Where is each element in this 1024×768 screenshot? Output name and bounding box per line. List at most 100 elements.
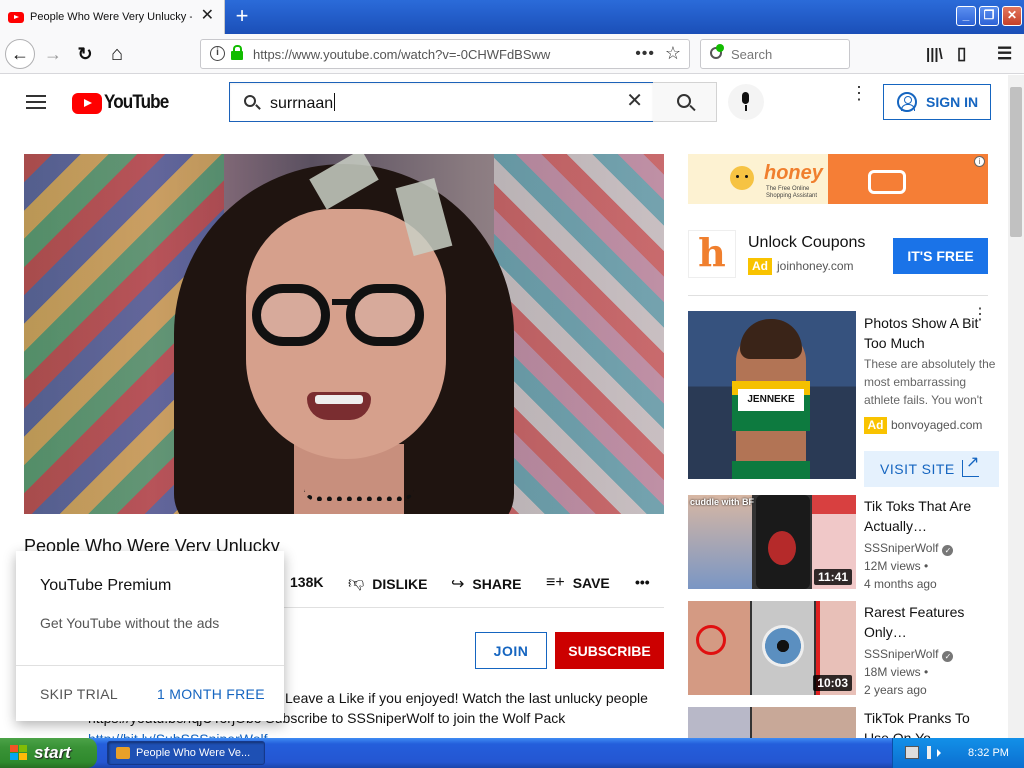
sponsored-thumbnail[interactable]: JENNEKE: [688, 311, 856, 479]
channel-name-text: SSSniperWolf: [864, 647, 939, 661]
exercise-bike-icon: [868, 170, 906, 194]
url-text[interactable]: https://www.youtube.com/watch?v=-0CHWFdB…: [253, 47, 550, 62]
clear-search-icon[interactable]: ✕: [626, 91, 643, 111]
join-button[interactable]: JOIN: [475, 632, 547, 669]
browser-search-field[interactable]: Search: [700, 39, 850, 69]
sponsored-description: These are absolutely the most embarrassi…: [864, 357, 996, 407]
ad-info-icon[interactable]: i: [974, 156, 985, 167]
video-title-link[interactable]: Rarest Features Only…: [864, 602, 984, 642]
maximize-button[interactable]: ❐: [979, 6, 999, 26]
channel-name[interactable]: SSSniperWolf ✓: [864, 541, 954, 556]
lock-icon: [231, 45, 243, 60]
window-close-button[interactable]: ✕: [1002, 6, 1022, 26]
start-label: start: [34, 743, 71, 762]
navigation-toolbar: ← → ↻ ⌂ i https://www.youtube.com/watch?…: [0, 34, 1024, 74]
save-label: SAVE: [572, 575, 610, 591]
reload-button[interactable]: ↻: [70, 39, 100, 69]
view-count: 18M views •: [864, 665, 929, 679]
more-actions-button[interactable]: •••: [635, 574, 650, 590]
library-icon[interactable]: |||\: [926, 46, 943, 63]
description-link[interactable]: http://bit.ly/SubSSSniperWolf: [88, 730, 268, 738]
athlete-bib: JENNEKE: [738, 389, 804, 411]
youtube-masthead: YouTube surrnaan ✕ ⋮ SIGN IN: [0, 75, 1008, 131]
dislike-button[interactable]: 👎︎ DISLIKE: [348, 574, 427, 593]
sponsored-title[interactable]: Photos Show A Bit Too Much: [864, 313, 984, 353]
bookmark-star-icon[interactable]: ☆: [665, 43, 681, 64]
scrollbar-thumb[interactable]: [1010, 87, 1022, 237]
tab-strip: People Who Were Very Unlucky - YouTube ✕…: [0, 0, 1024, 34]
video-player[interactable]: [24, 154, 664, 514]
youtube-logo[interactable]: YouTube: [72, 92, 175, 114]
video-title-link[interactable]: Tik Toks That Are Actually…: [864, 496, 984, 536]
browser-tab[interactable]: People Who Were Very Unlucky - YouTube ✕: [0, 0, 225, 34]
video-thumbnail[interactable]: [688, 707, 856, 738]
video-thumbnail[interactable]: 10:03: [688, 601, 856, 695]
search-icon: [677, 94, 691, 108]
save-button[interactable]: ≡+ SAVE: [546, 574, 610, 592]
thumbs-down-icon: 👎︎: [348, 575, 365, 592]
like-button[interactable]: 138K: [290, 574, 323, 590]
ad-cta-button[interactable]: IT'S FREE: [893, 238, 988, 274]
volume-icon[interactable]: [937, 749, 947, 757]
athlete-shorts: [732, 461, 810, 479]
firefox-window-icon: [116, 747, 130, 759]
home-button[interactable]: ⌂: [102, 39, 132, 69]
more-vertical-icon[interactable]: ⋮: [972, 307, 988, 323]
upload-age: 2 years ago: [864, 683, 927, 697]
minimize-button[interactable]: _: [956, 6, 976, 26]
taskbar-window-button[interactable]: People Who Were Ve...: [107, 741, 265, 765]
skip-trial-button[interactable]: SKIP TRIAL: [40, 686, 118, 702]
sign-in-button[interactable]: SIGN IN: [883, 84, 991, 120]
glasses-right-lens: [346, 284, 424, 346]
page-scrollbar[interactable]: [1008, 75, 1024, 738]
subscribe-button[interactable]: SUBSCRIBE: [555, 632, 664, 669]
new-tab-button[interactable]: +: [230, 3, 254, 29]
url-bar[interactable]: i https://www.youtube.com/watch?v=-0CHWF…: [200, 39, 690, 69]
search-button[interactable]: [653, 82, 717, 122]
start-button[interactable]: start: [0, 738, 97, 768]
taskbar-window-title: People Who Were Ve...: [136, 747, 251, 759]
upload-age: 4 months ago: [864, 577, 937, 591]
menu-icon[interactable]: ☰: [997, 44, 1012, 64]
voice-search-microphone-icon[interactable]: [728, 84, 764, 120]
visit-site-button[interactable]: VISIT SITE: [864, 451, 999, 487]
back-button[interactable]: ←: [5, 39, 35, 69]
search-placeholder: Search: [731, 47, 773, 62]
ad-badge: Ad: [864, 417, 887, 434]
info-icon[interactable]: i: [210, 46, 225, 61]
search-input[interactable]: surrnaan ✕: [229, 82, 654, 122]
playlist-add-icon: ≡+: [546, 574, 565, 591]
ad-title[interactable]: Unlock Coupons: [748, 234, 865, 252]
forward-button[interactable]: →: [38, 39, 68, 69]
tab-title: People Who Were Very Unlucky - YouTube: [30, 11, 192, 23]
thumbnail-caption: cuddle with BF: [690, 497, 754, 507]
video-title-link[interactable]: TikTok Pranks To Use On Yo…: [864, 708, 984, 738]
search-query[interactable]: surrnaan: [270, 93, 335, 113]
guide-menu-icon[interactable]: [26, 95, 46, 109]
visit-site-label: VISIT SITE: [880, 461, 955, 477]
free-trial-button[interactable]: 1 MONTH FREE: [157, 686, 265, 702]
popup-subtitle: Get YouTube without the ads: [40, 615, 220, 631]
sidebar-icon[interactable]: ▯: [957, 44, 966, 64]
channel-name[interactable]: SSSniperWolf ✓: [864, 647, 954, 662]
sign-in-label: SIGN IN: [926, 94, 979, 110]
thumb-panel: [752, 707, 856, 738]
thumb-panel: [688, 707, 750, 738]
bee-mascot-icon: [730, 166, 754, 190]
ad-banner-image[interactable]: honey The Free Online Shopping Assistant…: [688, 154, 988, 204]
video-thumbnail[interactable]: cuddle with BF 11:41: [688, 495, 856, 589]
honey-logo[interactable]: h: [688, 230, 736, 278]
search-icon: [244, 95, 256, 107]
video-duration: 11:41: [813, 569, 852, 585]
settings-more-icon[interactable]: ⋮: [850, 84, 868, 102]
keyboard-icon[interactable]: [905, 746, 919, 759]
page-actions-icon[interactable]: •••: [635, 45, 655, 63]
network-icon[interactable]: [927, 746, 931, 759]
banner-tagline: The Free Online Shopping Assistant: [766, 186, 818, 199]
ad-badge: Ad: [748, 258, 772, 275]
poster-wall-right: [494, 154, 664, 514]
tab-close-icon[interactable]: ✕: [201, 8, 214, 24]
youtube-favicon-icon: [8, 11, 24, 23]
external-link-icon: [962, 452, 980, 477]
share-button[interactable]: ↪ SHARE: [451, 574, 521, 594]
